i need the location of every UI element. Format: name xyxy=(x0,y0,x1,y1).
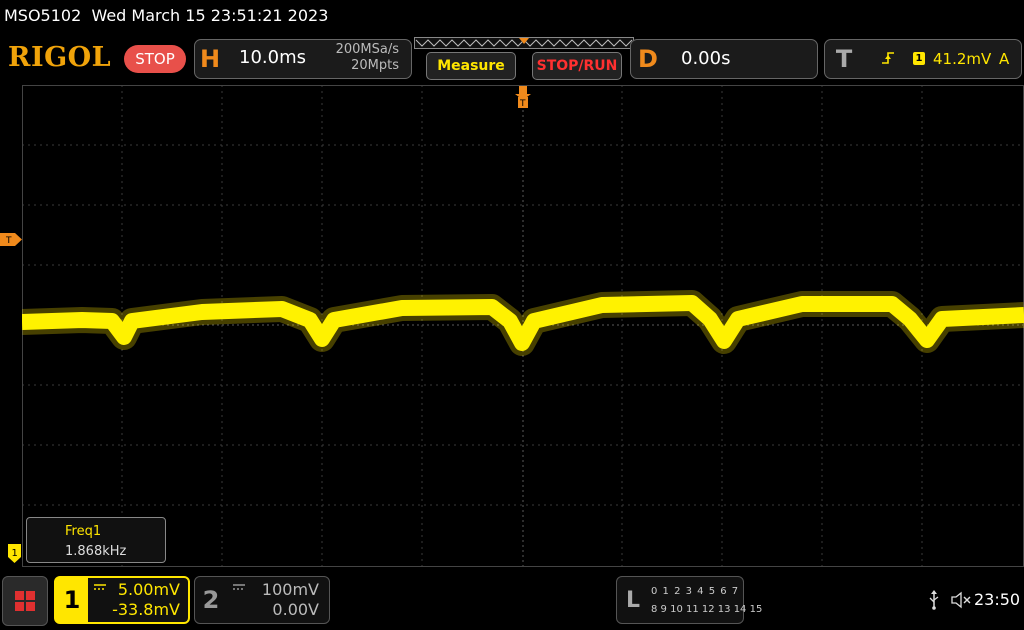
delay-panel[interactable]: D 0.00s xyxy=(630,39,818,79)
trigger-source-badge: 1 xyxy=(913,52,925,65)
channel2-offset: 0.00V xyxy=(272,600,319,619)
dc-coupling-icon xyxy=(94,584,106,590)
datetime: Wed March 15 23:51:21 2023 xyxy=(91,6,329,25)
system-clock: 23:50 xyxy=(974,590,1021,609)
logic-letter: L xyxy=(625,587,641,613)
channel2-scale: 100mV xyxy=(261,580,319,599)
home-button[interactable] xyxy=(2,576,48,626)
delay-letter: D xyxy=(638,45,658,73)
memory-depth: 20Mpts xyxy=(351,58,399,73)
horizontal-letter: H xyxy=(199,45,221,73)
trigger-level: 41.2mV xyxy=(933,50,992,68)
delay-value: 0.00s xyxy=(681,48,731,69)
logic-channels-row2: 8 9 10 11 12 13 14 15 xyxy=(651,604,763,615)
channel2-panel[interactable]: 2 100mV 0.00V xyxy=(194,576,330,624)
trigger-time-marker[interactable]: T xyxy=(515,86,531,108)
trigger-mode: A xyxy=(999,50,1010,68)
channel2-number: 2 xyxy=(202,586,220,614)
brand-logo: RIGOL xyxy=(8,42,112,73)
trigger-position-strip xyxy=(414,37,634,49)
dc-coupling-icon xyxy=(233,584,245,590)
channel1-panel[interactable]: 1 5.00mV -33.8mV xyxy=(54,576,190,624)
ch1-trace xyxy=(22,290,1024,356)
logic-analyzer-panel[interactable]: L 0 1 2 3 4 5 6 7 8 9 10 11 12 13 14 15 xyxy=(616,576,762,624)
measurement-value: 1.868kHz xyxy=(65,544,127,559)
svg-text:T: T xyxy=(5,236,12,246)
measure-button[interactable]: Measure xyxy=(426,52,516,80)
trigger-level-marker[interactable]: T xyxy=(0,233,22,246)
svg-text:1: 1 xyxy=(12,548,18,559)
run-state-badge[interactable]: STOP xyxy=(124,45,186,73)
timebase-value: 10.0ms xyxy=(239,47,306,68)
rising-edge-icon xyxy=(882,52,894,64)
svg-text:T: T xyxy=(519,99,526,108)
status-line: MSO5102 Wed March 15 23:51:21 2023 xyxy=(4,6,328,25)
trigger-letter: T xyxy=(835,45,853,73)
model-name: MSO5102 xyxy=(4,6,82,25)
measurement-box[interactable]: Freq1 1.868kHz xyxy=(26,517,166,563)
stop-run-button[interactable]: STOP/RUN xyxy=(532,52,622,80)
ch1-ground-marker[interactable]: 1 xyxy=(8,544,21,563)
channel1-number: 1 xyxy=(56,578,88,622)
logic-channels-row1: 0 1 2 3 4 5 6 7 xyxy=(651,586,740,597)
speaker-muted-icon[interactable] xyxy=(950,590,972,610)
sample-rate: 200MSa/s xyxy=(335,42,399,57)
measurement-name: Freq1 xyxy=(65,524,102,539)
channel1-offset: -33.8mV xyxy=(112,600,180,619)
usb-icon xyxy=(929,590,939,610)
channel1-scale: 5.00mV xyxy=(117,580,180,599)
horizontal-panel[interactable]: H 10.0ms 200MSa/s 20Mpts xyxy=(194,39,412,79)
trigger-panel[interactable]: T 1 41.2mV A xyxy=(824,39,1022,79)
waveform-graticule[interactable] xyxy=(22,85,1024,567)
grid-menu-icon xyxy=(15,591,35,611)
